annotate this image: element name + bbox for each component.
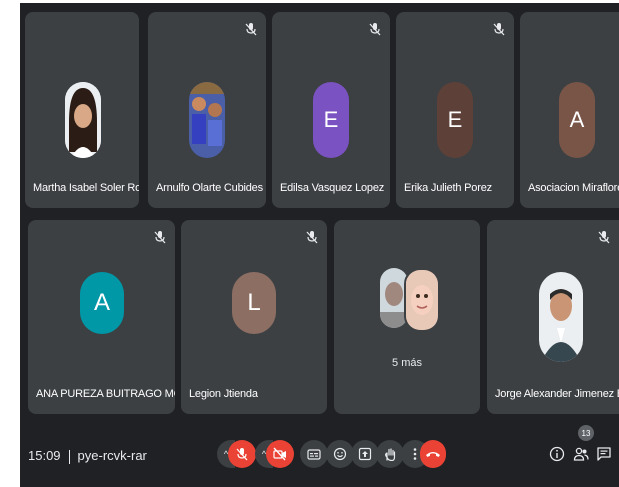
avatar: [65, 82, 101, 158]
raise-hand-icon: [385, 448, 396, 461]
participant-tile[interactable]: E Edilsa Vasquez Lopez: [272, 12, 390, 208]
mic-toggle-button[interactable]: [228, 440, 256, 468]
participant-name: Edilsa Vasquez Lopez: [280, 182, 385, 194]
meeting-info: 15:09 pye-rcvk-rar: [28, 448, 147, 464]
participant-tile[interactable]: L Legion Jtienda: [181, 220, 327, 414]
emoji-icon: [333, 447, 347, 461]
captions-icon: [307, 449, 321, 460]
mic-off-icon: [369, 23, 381, 36]
people-count-badge: 13: [578, 425, 594, 441]
more-participants-tile[interactable]: 5 más: [334, 220, 480, 414]
avatar: A: [80, 272, 124, 334]
end-call-button[interactable]: [420, 440, 446, 468]
avatar: A: [559, 82, 595, 158]
participant-name: Erika Julieth Porez: [404, 182, 492, 194]
profile-photo: [406, 270, 438, 330]
captions-button[interactable]: [300, 440, 328, 468]
profile-photo: [539, 272, 583, 362]
raise-hand-button[interactable]: [376, 440, 404, 468]
participant-tile[interactable]: A Asociacion Miraflores De ag: [520, 12, 619, 208]
participant-name: Jorge Alexander Jimenez Bernal: [495, 388, 619, 400]
participant-tile[interactable]: A ANA PUREZA BUITRAGO MORALES: [28, 220, 175, 414]
meeting-time: 15:09: [28, 448, 61, 463]
participant-name: Arnulfo Olarte Cubides: [156, 182, 263, 194]
mic-off-icon: [493, 23, 505, 36]
profile-photo: [65, 82, 101, 158]
avatar: L: [232, 272, 276, 334]
control-bar: 15:09 pye-rcvk-rar ^ ^ 13: [20, 418, 619, 487]
mic-off-icon: [245, 23, 257, 36]
divider: [68, 449, 70, 464]
info-icon: [549, 446, 565, 462]
present-icon: [358, 447, 372, 461]
participant-tile[interactable]: Jorge Alexander Jimenez Bernal: [487, 220, 619, 414]
mic-off-icon: [598, 231, 610, 244]
meeting-stage: Martha Isabel Soler Rojas Arnulfo Olarte…: [20, 3, 619, 487]
avatar: [189, 82, 225, 158]
people-button[interactable]: [572, 445, 590, 463]
camera-off-icon: [273, 447, 286, 461]
people-icon: [573, 447, 589, 461]
more-participants-label: 5 más: [392, 357, 422, 369]
participant-name: Martha Isabel Soler Rojas: [33, 182, 139, 194]
end-call-icon: [426, 452, 440, 457]
mic-off-icon: [236, 448, 248, 461]
mic-off-icon: [306, 231, 318, 244]
chat-button[interactable]: [595, 445, 613, 463]
profile-photo: [189, 82, 225, 158]
meeting-details-button[interactable]: [548, 445, 566, 463]
meeting-code: pye-rcvk-rar: [77, 448, 147, 463]
avatar: [539, 272, 583, 362]
reactions-button[interactable]: [326, 440, 354, 468]
participant-tile[interactable]: Martha Isabel Soler Rojas: [25, 12, 139, 208]
present-button[interactable]: [351, 440, 379, 468]
participant-name: ANA PUREZA BUITRAGO MORALES: [36, 388, 175, 400]
mic-off-icon: [154, 231, 166, 244]
participant-tile[interactable]: Arnulfo Olarte Cubides: [148, 12, 266, 208]
participant-name: Asociacion Miraflores De ag: [528, 182, 619, 194]
participant-tile[interactable]: E Erika Julieth Porez: [396, 12, 514, 208]
camera-toggle-button[interactable]: [266, 440, 294, 468]
participant-name: Legion Jtienda: [189, 388, 258, 400]
chat-icon: [597, 447, 611, 461]
avatar: E: [437, 82, 473, 158]
avatar: E: [313, 82, 349, 158]
avatar: [404, 268, 440, 332]
